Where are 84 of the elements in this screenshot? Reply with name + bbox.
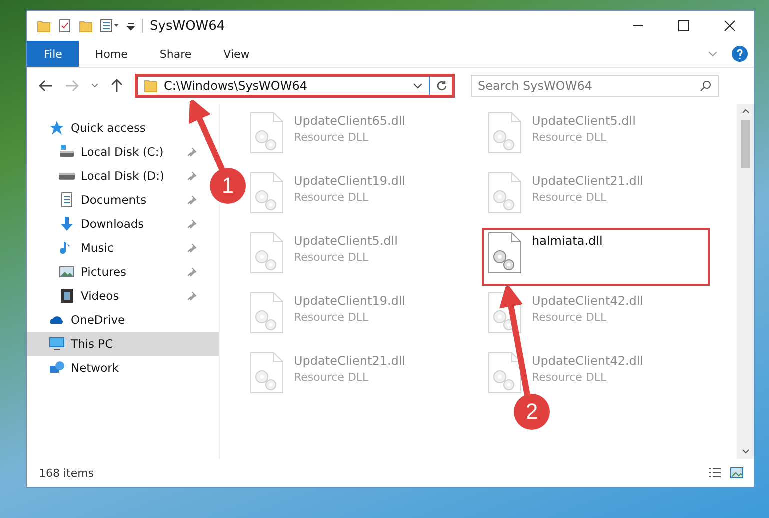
pin-icon[interactable] xyxy=(187,243,197,253)
file-name: UpdateClient19.dll xyxy=(294,174,406,188)
checklist-icon[interactable] xyxy=(58,19,72,33)
pin-icon[interactable] xyxy=(187,195,197,205)
monitor-icon xyxy=(49,336,65,352)
file-name: halmiata.dll xyxy=(532,234,603,248)
file-item[interactable]: halmiata.dll xyxy=(482,228,710,286)
sidebar-item[interactable]: OneDrive xyxy=(27,308,219,332)
chevron-icon[interactable] xyxy=(413,82,423,90)
up-arrow-icon[interactable] xyxy=(111,79,123,93)
folder-icon xyxy=(144,79,158,93)
file-type: Resource DLL xyxy=(294,311,370,324)
sidebar-item[interactable]: Downloads xyxy=(27,212,201,236)
sidebar-item[interactable]: Local Disk (D:) xyxy=(27,164,201,188)
sidebar-item[interactable]: Music xyxy=(27,236,201,260)
details-view-icon[interactable] xyxy=(708,467,722,479)
file-name: UpdateClient42.dll xyxy=(532,354,644,368)
gear-file-icon xyxy=(488,172,522,214)
file-name: UpdateClient21.dll xyxy=(294,354,406,368)
download-arrow-icon xyxy=(59,216,75,232)
pin-icon[interactable] xyxy=(187,291,197,301)
file-type: Resource DLL xyxy=(294,131,370,144)
file-type: Resource DLL xyxy=(532,191,608,204)
file-type: Resource DLL xyxy=(294,371,370,384)
scroll-up-icon[interactable] xyxy=(742,108,750,114)
file-type: Resource DLL xyxy=(532,311,608,324)
dropdown-icon[interactable] xyxy=(127,21,135,31)
drive-icon xyxy=(59,144,75,160)
sidebar-item[interactable]: This PC xyxy=(27,332,219,356)
file-type: Resource DLL xyxy=(532,371,608,384)
file-name: UpdateClient42.dll xyxy=(532,294,644,308)
gear-file-icon xyxy=(488,352,522,394)
scroll-down-icon[interactable] xyxy=(742,449,750,455)
pin-icon[interactable] xyxy=(187,219,197,229)
sidebar-item[interactable]: Quick access xyxy=(27,116,219,140)
ribbon-tab[interactable]: Share xyxy=(144,41,208,67)
ribbon-tab[interactable]: File xyxy=(27,41,80,67)
gear-file-icon xyxy=(250,172,284,214)
file-name: UpdateClient21.dll xyxy=(532,174,644,188)
ribbon-tab[interactable]: Home xyxy=(79,41,144,67)
drive-icon xyxy=(59,172,75,180)
chevron-icon[interactable] xyxy=(91,83,99,89)
thumbnail-view-icon[interactable] xyxy=(730,467,744,479)
sidebar-item[interactable]: Documents xyxy=(27,188,201,212)
refresh-icon[interactable] xyxy=(436,80,448,92)
globe-icon xyxy=(49,360,65,376)
sidebar-item[interactable]: Local Disk (C:) xyxy=(27,140,201,164)
sidebar-item[interactable]: Network xyxy=(27,356,219,380)
address-bar[interactable]: C:\Windows\SysWOW64 xyxy=(135,74,455,98)
pin-icon[interactable] xyxy=(187,171,197,181)
gear-file-icon xyxy=(488,292,522,334)
gear-file-icon xyxy=(250,232,284,274)
gear-file-icon xyxy=(250,112,284,154)
film-icon xyxy=(59,288,75,304)
back-arrow-icon[interactable] xyxy=(39,80,53,92)
search-icon xyxy=(700,80,712,92)
gear-file-icon xyxy=(488,112,522,154)
gear-file-icon xyxy=(250,292,284,334)
sidebar-item[interactable]: Pictures xyxy=(27,260,201,284)
properties-icon[interactable] xyxy=(100,19,120,33)
file-type: Resource DLL xyxy=(294,191,370,204)
gear-file-icon xyxy=(250,352,284,394)
item-count: 168 items xyxy=(39,466,94,480)
file-type: Resource DLL xyxy=(532,131,608,144)
pin-icon[interactable] xyxy=(187,147,197,157)
sidebar-item[interactable]: Videos xyxy=(27,284,201,308)
help-icon[interactable] xyxy=(732,46,748,62)
ribbon-tab[interactable]: View xyxy=(208,41,266,67)
scroll-thumb[interactable] xyxy=(741,120,750,168)
star-icon xyxy=(49,120,65,136)
gear-file-icon xyxy=(488,232,522,274)
file-name: UpdateClient65.dll xyxy=(294,114,406,128)
picture-icon xyxy=(59,264,75,280)
maximize-icon[interactable] xyxy=(678,20,690,32)
file-name: UpdateClient5.dll xyxy=(532,114,636,128)
window-title: SysWOW64 xyxy=(150,18,226,34)
file-name: UpdateClient5.dll xyxy=(294,234,398,248)
file-name: UpdateClient19.dll xyxy=(294,294,406,308)
close-icon[interactable] xyxy=(724,20,736,32)
file-type: Resource DLL xyxy=(294,251,370,264)
scrollbar[interactable] xyxy=(737,104,754,459)
search-field[interactable]: Search SysWOW64 xyxy=(471,75,719,97)
pin-icon[interactable] xyxy=(187,267,197,277)
document-icon xyxy=(59,192,75,208)
